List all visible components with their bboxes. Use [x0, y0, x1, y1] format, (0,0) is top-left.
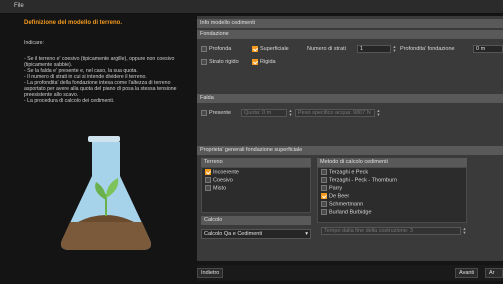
metodo-header: Metodo di calcolo cedimenti [317, 158, 467, 167]
metodo-list: Terzaghi e Peck Terzaghi - Peck - Thornb… [317, 167, 467, 223]
checkbox-checked-icon [252, 45, 258, 52]
falda-presente-checkbox[interactable]: Presente [201, 109, 231, 117]
checkbox-icon [201, 45, 207, 52]
rigida-checkbox[interactable]: Rigida [252, 58, 276, 66]
terreno-coesivo[interactable]: Coesivo [205, 177, 233, 184]
metodo-item[interactable]: Schmertmann [321, 201, 363, 208]
help-panel: Definizione del modello di terreno. Indi… [20, 16, 192, 261]
numero-strati-label: Numero di strati [307, 46, 346, 52]
checkbox-icon [321, 177, 327, 183]
info-panel: Info modello cedimenti Fondazione Profon… [197, 16, 503, 261]
numero-strati-spinner[interactable]: ▲ ▼ [392, 45, 397, 53]
next-button[interactable]: Avanti [455, 268, 479, 278]
terreno-incoerente[interactable]: Incoerente [205, 169, 239, 176]
dropdown-arrow-icon: ▾ [305, 231, 308, 237]
fondazione-header: Fondazione [197, 30, 503, 39]
help-indicare: Indicare: [24, 40, 44, 46]
checkbox-icon [321, 185, 327, 191]
falda-header: Falda [197, 94, 503, 103]
checkbox-icon [201, 109, 207, 116]
info-title: Info modello cedimenti [197, 19, 503, 28]
metodo-item[interactable]: Parry [321, 185, 342, 192]
flask-plant-icon [61, 136, 151, 250]
strato-rigido-checkbox[interactable]: Strato rigido [201, 58, 239, 66]
proprieta-header: Proprieta' generali fondazione superfici… [197, 146, 503, 155]
checkbox-icon [201, 58, 207, 65]
help-description: - Se il terreno e' coesivo (tipicamente … [24, 56, 177, 104]
peso-specifico-spinner[interactable]: ▲ ▼ [376, 109, 381, 117]
terreno-header: Terreno [201, 158, 311, 167]
checkbox-icon [321, 209, 327, 215]
tempo-spinner[interactable]: ▲ ▼ [462, 227, 467, 235]
superficiale-checkbox[interactable]: Superficiale [252, 45, 289, 53]
calcolo-header: Calcolo [201, 216, 311, 225]
partial-button[interactable]: Ar [485, 268, 503, 278]
peso-specifico-input[interactable]: Peso specifico acqua: 9807 N [295, 109, 375, 117]
checkbox-checked-icon [321, 193, 327, 199]
metodo-item[interactable]: Terzaghi e Peck [321, 169, 368, 176]
checkbox-icon [321, 169, 327, 175]
menu-file[interactable]: File [14, 3, 24, 9]
falda-quota-spinner[interactable]: ▲ ▼ [288, 109, 293, 117]
checkbox-checked-icon [252, 58, 258, 65]
numero-strati-input[interactable]: 1 [357, 45, 391, 53]
checkbox-icon [321, 201, 327, 207]
metodo-item[interactable]: De Beer [321, 193, 349, 200]
metodo-item[interactable]: Burland Burbidge [321, 209, 372, 216]
metodo-item[interactable]: Terzaghi - Peck - Thornburn [321, 177, 397, 184]
profonda-checkbox[interactable]: Profonda [201, 45, 231, 53]
checkbox-icon [205, 185, 211, 191]
back-button[interactable]: Indietro [197, 268, 224, 278]
checkbox-checked-icon [205, 169, 211, 175]
tempo-input[interactable]: Tempo dalla fine della costruzione: 3 [321, 227, 461, 235]
calcolo-select[interactable]: Calcolo Qa e Cedimenti ▾ [201, 229, 311, 239]
profondita-label: Profondita' fondazione [400, 46, 455, 52]
falda-quota-input[interactable]: Quota: 0 m [241, 109, 287, 117]
terreno-misto[interactable]: Misto [205, 185, 226, 192]
checkbox-icon [205, 177, 211, 183]
help-heading: Definizione del modello di terreno. [24, 20, 123, 26]
terreno-list: Incoerente Coesivo Misto [201, 167, 311, 213]
window-titlebar: File [0, 0, 503, 14]
profondita-input[interactable]: 0 m [473, 45, 503, 53]
